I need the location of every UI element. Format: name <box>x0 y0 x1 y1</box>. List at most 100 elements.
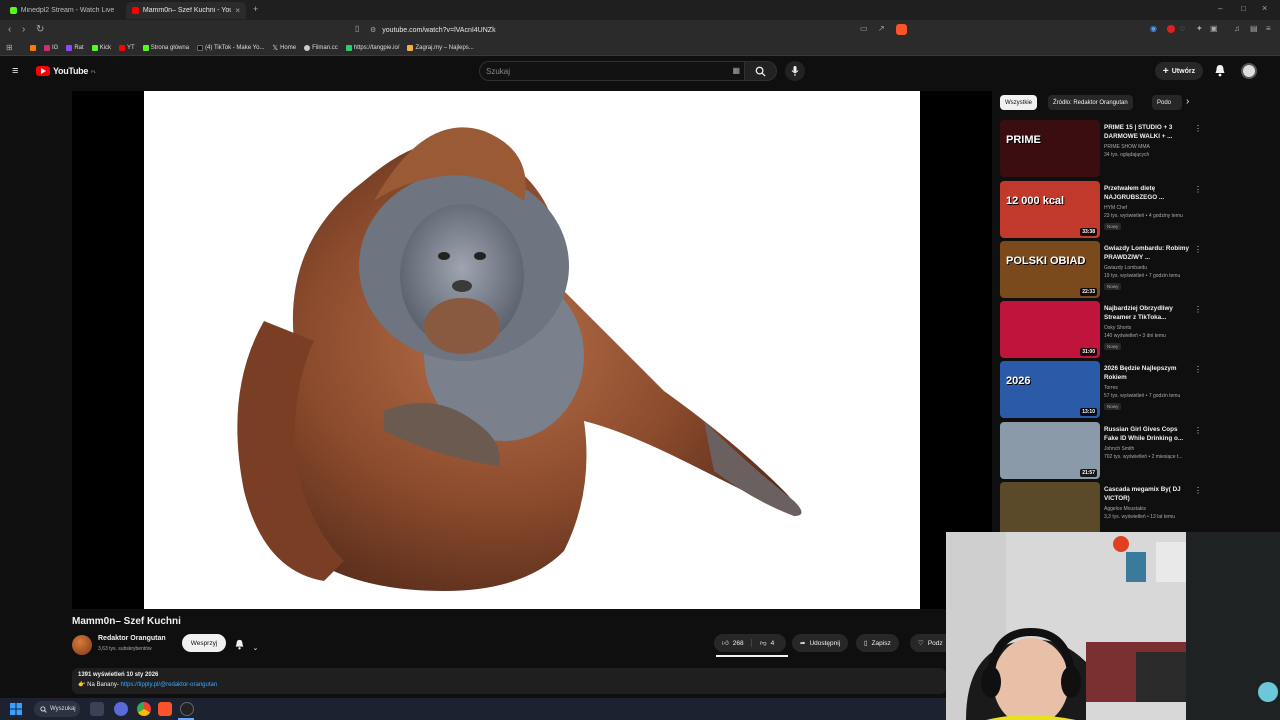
like-button[interactable]: 👍︎ 268 <box>714 639 752 647</box>
chevron-right-icon[interactable]: › <box>1186 96 1189 107</box>
recommendation-title[interactable]: Cascada megamix By( DJ VICTOR) <box>1104 486 1190 504</box>
recommendation-thumbnail[interactable]: 2026 13:10 <box>1000 361 1100 418</box>
new-tab-icon[interactable]: + <box>253 4 258 14</box>
close-tab-icon[interactable]: × <box>235 6 240 15</box>
description-box[interactable]: 1391 wyświetleń 10 sty 2026 👉 Na Banany-… <box>72 668 946 694</box>
bookmark-icon[interactable]: ▯ <box>355 24 359 33</box>
maximize-icon[interactable]: □ <box>1241 4 1246 13</box>
recommendation-item[interactable]: PRIME PRIME 15 | STUDIO + 3 DARMOWE WALKI… <box>1000 120 1210 177</box>
recommendation-title[interactable]: 2026 Będzie Najlepszym Rokiem <box>1104 365 1190 383</box>
recommendation-thumbnail[interactable]: 31:00 <box>1000 301 1100 358</box>
recommendation-item[interactable]: Cascada megamix By( DJ VICTOR) Aggelos Mo… <box>1000 482 1210 539</box>
share-icon[interactable]: ↗ <box>878 24 885 33</box>
more-options-icon[interactable]: ⋮ <box>1194 426 1202 435</box>
bookmark-item[interactable]: 𝕏 Home <box>272 44 296 52</box>
brave-shield-icon[interactable] <box>896 24 907 35</box>
url-field[interactable]: ⚙ youtube.com/watch?v=lVAcnI4UNZk <box>370 23 910 37</box>
discord-icon[interactable] <box>114 702 128 716</box>
more-options-icon[interactable]: ⋮ <box>1194 185 1202 194</box>
recommendation-thumbnail[interactable]: POLSKI OBIAD 22:33 <box>1000 241 1100 298</box>
chrome-icon[interactable] <box>137 702 151 716</box>
recommendation-title[interactable]: PRIME 15 | STUDIO + 3 DARMOWE WALKI + ..… <box>1104 124 1190 142</box>
bookmark-item[interactable]: YT <box>119 44 135 51</box>
bookmark-item[interactable]: Rat <box>66 44 84 51</box>
recommendation-channel[interactable]: HYM Chef <box>1104 205 1127 211</box>
save-button[interactable]: ▯ Zapisz <box>856 634 899 652</box>
tipply-link[interactable]: https://tipply.pl/@redaktor-orangutan <box>121 682 218 688</box>
recommendation-channel[interactable]: Torres <box>1104 385 1118 391</box>
minimize-icon[interactable]: – <box>1218 4 1222 13</box>
sidebar-toggle-icon[interactable]: ▣ <box>1210 24 1218 33</box>
bookmark-item[interactable] <box>30 44 36 51</box>
apps-icon[interactable]: ⊞ <box>6 43 13 52</box>
bookmark-item[interactable]: Kick <box>91 44 111 51</box>
channel-avatar[interactable] <box>72 635 92 655</box>
more-options-icon[interactable]: ⋮ <box>1194 124 1202 133</box>
windows-start-icon[interactable] <box>10 703 22 715</box>
search-input[interactable]: Szukaj ▦ <box>479 61 745 81</box>
close-window-icon[interactable]: × <box>1262 3 1267 13</box>
support-button[interactable]: Wesprzyj <box>182 634 226 652</box>
brave-icon[interactable] <box>158 702 172 716</box>
recommendation-item[interactable]: 31:00 Najbardziej Obrzydliwy Streamer z T… <box>1000 301 1210 358</box>
forward-icon[interactable]: › <box>22 24 25 35</box>
bookmark-item[interactable]: Filman.cc <box>304 44 338 51</box>
puzzle-icon[interactable]: ✦ <box>1196 24 1203 33</box>
bookmark-item[interactable]: IG <box>44 44 58 51</box>
extension-icon[interactable]: ◌ <box>1180 24 1185 33</box>
recommendation-item[interactable]: 2026 13:10 2026 Będzie Najlepszym Rokiem To… <box>1000 361 1210 418</box>
obs-icon[interactable] <box>180 702 194 716</box>
reload-icon[interactable]: ↻ <box>36 24 44 35</box>
recommendation-title[interactable]: Najbardziej Obrzydliwy Streamer z TikTok… <box>1104 305 1190 323</box>
thanks-button[interactable]: ♡ Podz <box>910 634 950 652</box>
recommendation-thumbnail[interactable]: PRIME <box>1000 120 1100 177</box>
more-options-icon[interactable]: ⋮ <box>1194 486 1202 495</box>
recommendation-item[interactable]: POLSKI OBIAD 22:33 Gwiazdy Lombardu: Robim… <box>1000 241 1210 298</box>
music-icon[interactable]: ♫ <box>1234 24 1240 33</box>
channel-name[interactable]: Redaktor Orangutan <box>98 635 166 642</box>
keyboard-icon[interactable]: ▦ <box>732 66 740 75</box>
recommendation-item[interactable]: 21:57 Russian Girl Gives Cops Fake ID Whi… <box>1000 422 1210 479</box>
audio-icon[interactable]: ◉ <box>1150 24 1157 33</box>
bookmark-item[interactable]: Strona główna <box>142 44 189 51</box>
site-info-icon[interactable]: ⚙ <box>370 26 376 34</box>
video-player[interactable] <box>72 91 992 609</box>
recommendation-channel[interactable]: Gwiazdy Lombardu <box>1104 265 1147 271</box>
recommendation-title[interactable]: Gwiazdy Lombardu: Robimy PRAWDZIWY ... <box>1104 245 1190 263</box>
browser-tab-kick[interactable]: Minedpl2 Stream - Watch Live on Ki <box>4 2 122 19</box>
chip-all[interactable]: Wszystkie <box>1000 95 1037 110</box>
chip-source-channel[interactable]: Źródło: Redaktor Orangutan <box>1048 95 1133 110</box>
account-avatar[interactable] <box>1241 63 1257 79</box>
recommendation-channel[interactable]: Osky Shorts <box>1104 325 1131 331</box>
recommendation-title[interactable]: Przetwałem dietę NAJGRUBSZEGO ... <box>1104 185 1190 203</box>
recommendation-thumbnail[interactable] <box>1000 482 1100 539</box>
recommendation-item[interactable]: 12 000 kcal 33:38 Przetwałem dietę NAJGRUB… <box>1000 181 1210 238</box>
dislike-button[interactable]: 👎︎ 4 <box>756 639 774 648</box>
recommendation-channel[interactable]: PRIME SHOW MMA <box>1104 144 1150 150</box>
chip-related[interactable]: Podo <box>1152 95 1182 110</box>
recommendation-channel[interactable]: Aggelos Moustakis <box>1104 506 1146 512</box>
share-button[interactable]: ➦ Udostępnij <box>792 634 849 652</box>
video-frame[interactable] <box>144 91 920 609</box>
create-button[interactable]: + Utwórz <box>1155 62 1203 80</box>
browser-tab-youtube[interactable]: Mamm0n– Szef Kuchni - YouTu × <box>126 2 246 19</box>
more-options-icon[interactable]: ⋮ <box>1194 305 1202 314</box>
notifications-bell-icon[interactable] <box>1214 64 1226 82</box>
voice-search-button[interactable] <box>785 61 805 81</box>
notification-settings-button[interactable]: ⌄ <box>234 637 258 655</box>
bookmark-item[interactable]: (4) TikTok - Make Yo... <box>197 44 264 51</box>
search-button[interactable] <box>745 61 777 81</box>
taskbar-search[interactable]: Wyszukaj <box>34 701 80 717</box>
record-icon[interactable] <box>1167 25 1175 33</box>
task-view-icon[interactable] <box>90 702 104 716</box>
recommendation-thumbnail[interactable]: 21:57 <box>1000 422 1100 479</box>
cast-icon[interactable]: ▭ <box>860 24 868 33</box>
recommendation-thumbnail[interactable]: 12 000 kcal 33:38 <box>1000 181 1100 238</box>
more-options-icon[interactable]: ⋮ <box>1194 245 1202 254</box>
more-options-icon[interactable]: ⋮ <box>1194 365 1202 374</box>
hamburger-menu-icon[interactable]: ≡ <box>12 65 18 77</box>
bookmark-item[interactable]: https://tangpie.io/ <box>345 44 399 51</box>
youtube-logo[interactable]: YouTube PL <box>36 66 96 76</box>
wallet-icon[interactable]: ▤ <box>1250 24 1258 33</box>
menu-icon[interactable]: ≡ <box>1266 24 1271 33</box>
